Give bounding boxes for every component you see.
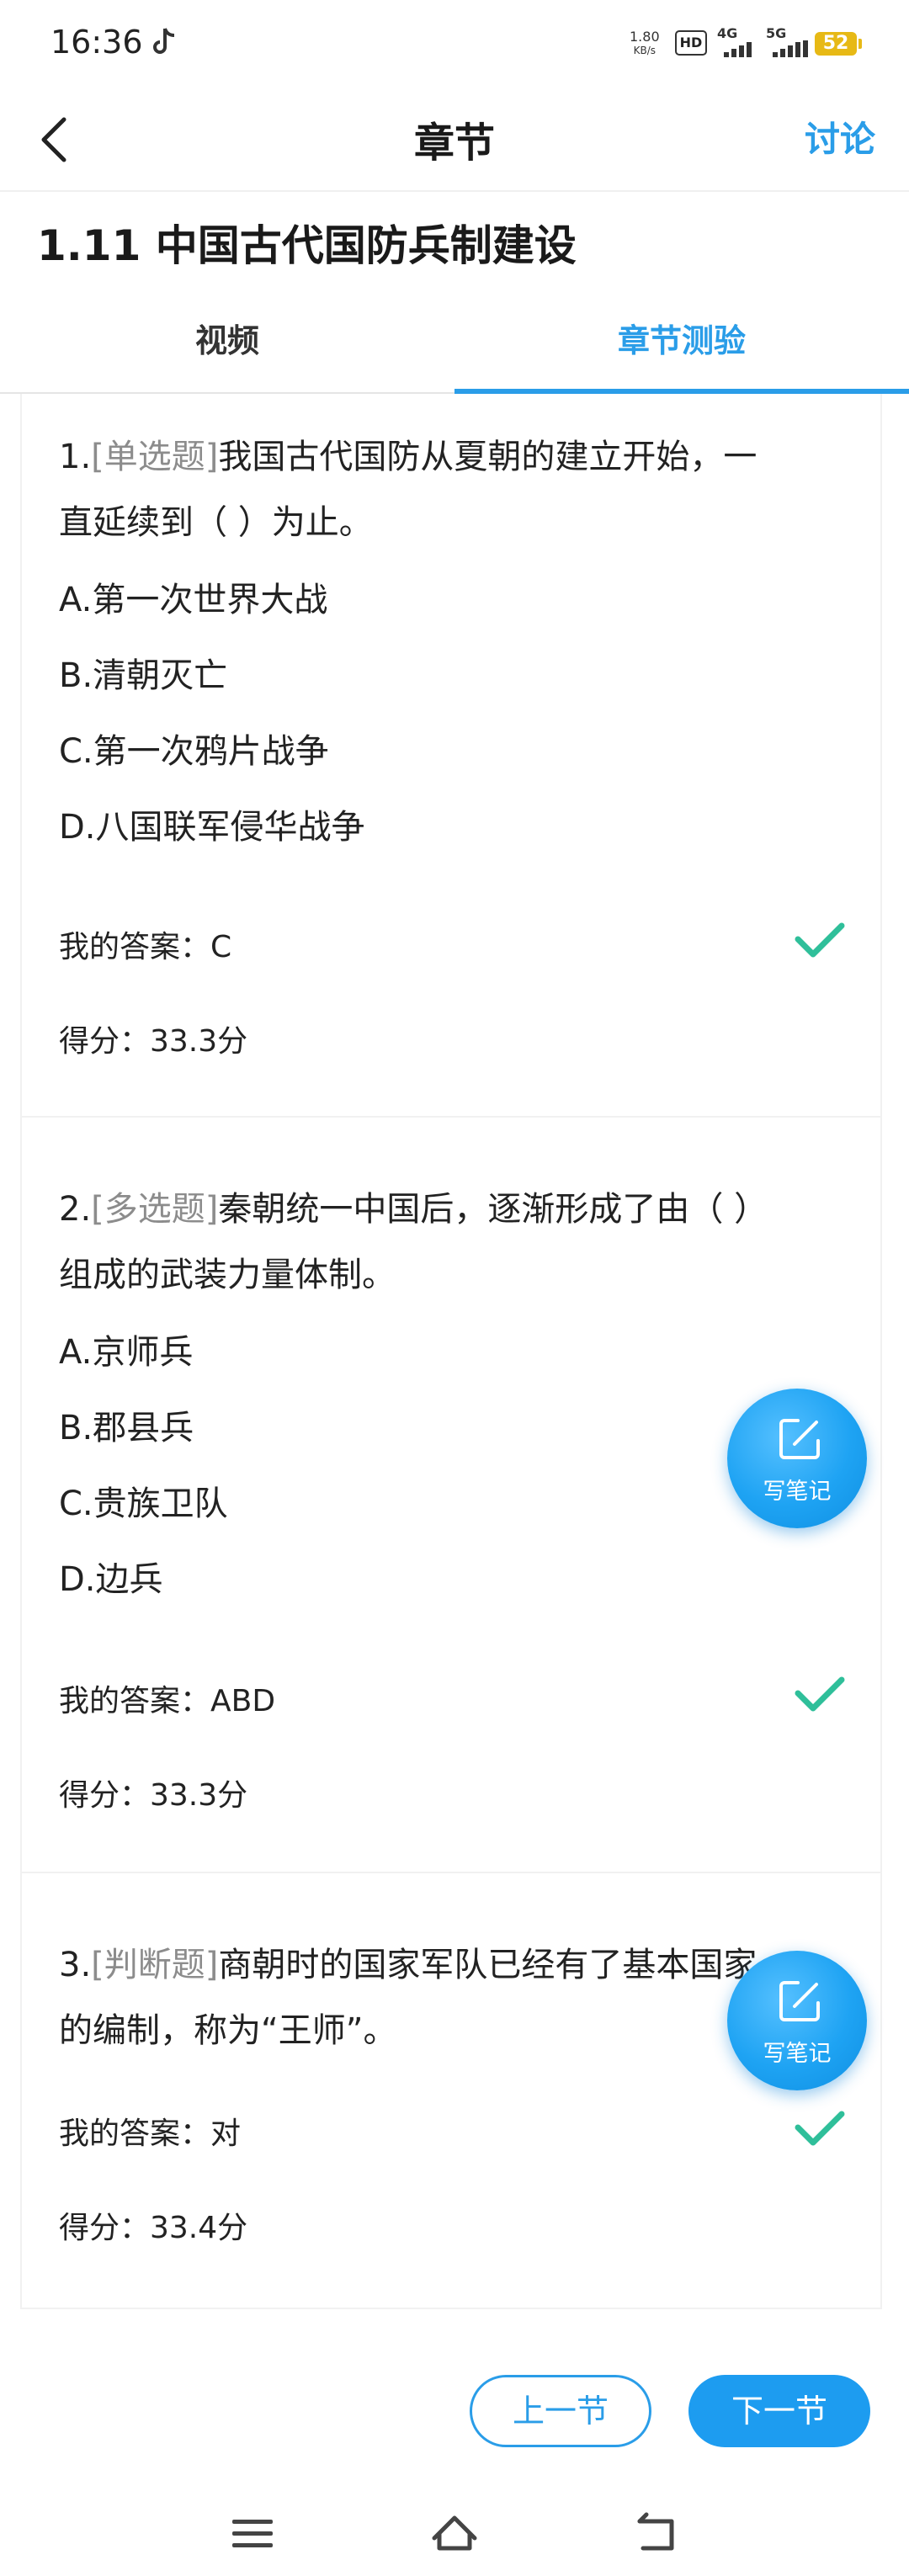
next-section-button[interactable]: 下一节 (688, 2375, 870, 2447)
page-title: 章节 (413, 120, 495, 167)
signal-4g-icon: 4G (717, 25, 758, 59)
tab-bar: 视频 章节测验 (0, 303, 909, 394)
battery-level: 52 (822, 33, 849, 54)
question-type: [单选题] (91, 438, 219, 476)
tab-video[interactable]: 视频 (0, 303, 454, 394)
score: 得分：33.3分 (59, 1778, 248, 1813)
option-b: B.清朝灭亡 (59, 656, 228, 695)
chapter-title: 1.11 中国古代国防兵制建设 (37, 221, 577, 270)
check-icon (795, 922, 845, 958)
question-text-line1: 商朝时的国家军队已经有了基本国家 (218, 1946, 758, 1984)
question-number: 1. (59, 438, 92, 476)
back-icon[interactable] (631, 2508, 682, 2558)
question-type: [多选题] (91, 1190, 219, 1229)
my-answer: 我的答案：对 (59, 2117, 242, 2151)
question-text-line1: 秦朝统一中国后，逐渐形成了由（ ） (218, 1190, 768, 1229)
signal-4g-label: 4G (717, 25, 738, 41)
question-card-1: 1.[单选题]我国古代国防从夏朝的建立开始，一 直延续到（ ）为止。 A.第一次… (20, 394, 882, 1118)
home-icon[interactable] (429, 2508, 480, 2558)
question-text: 1.[单选题]我国古代国防从夏朝的建立开始，一 直延续到（ ）为止。 (59, 424, 833, 555)
network-speed: 1.80 KB/s (630, 30, 660, 57)
check-icon (795, 1676, 845, 1712)
discuss-link[interactable]: 讨论 (805, 111, 875, 162)
prev-section-button[interactable]: 上一节 (470, 2375, 651, 2447)
header-divider (0, 190, 909, 192)
my-answer: 我的答案：C (59, 930, 232, 964)
system-nav-bar (0, 2491, 909, 2576)
option-d: D.八国联军侵华战争 (59, 808, 365, 847)
status-bar: 16:36 1.80 KB/s HD 4G 5G 52 (0, 0, 909, 93)
question-text-line2: 的编制，称为“王师”。 (59, 2011, 397, 2050)
hd-label: HD (679, 35, 703, 50)
score: 得分：33.3分 (59, 1024, 248, 1059)
question-card-3: 3.[判断题]商朝时的国家军队已经有了基本国家 的编制，称为“王师”。 我的答案… (20, 1873, 882, 2309)
option-b: B.郡县兵 (59, 1409, 194, 1447)
menu-icon[interactable] (227, 2508, 278, 2558)
my-answer: 我的答案：ABD (59, 1684, 276, 1718)
write-note-button[interactable]: 写笔记 (727, 1951, 867, 2090)
signal-5g-icon: 5G (766, 25, 810, 59)
question-text: 2.[多选题]秦朝统一中国后，逐渐形成了由（ ） 组成的武装力量体制。 (59, 1176, 833, 1308)
hd-icon: HD (675, 30, 707, 56)
score: 得分：33.4分 (59, 2211, 248, 2245)
question-text: 3.[判断题]商朝时的国家军队已经有了基本国家 的编制，称为“王师”。 (59, 1932, 833, 2063)
write-note-label: 写笔记 (763, 1479, 832, 1505)
check-icon (795, 2111, 845, 2146)
tiktok-icon (153, 28, 175, 54)
option-c: C.贵族卫队 (59, 1485, 228, 1523)
option-a: A.京师兵 (59, 1333, 194, 1372)
question-text-line2: 直延续到（ ）为止。 (59, 503, 373, 542)
page: 16:36 1.80 KB/s HD 4G 5G 52 章节 讨论 1.11 中… (0, 0, 909, 2576)
question-text-line2: 组成的武装力量体制。 (59, 1256, 396, 1294)
app-header: 章节 讨论 (0, 93, 909, 194)
option-a: A.第一次世界大战 (59, 581, 328, 619)
question-number: 2. (59, 1190, 92, 1229)
battery-icon: 52 (815, 32, 862, 56)
signal-5g-label: 5G (766, 25, 787, 41)
edit-note-icon (779, 1981, 820, 2021)
network-speed-unit: KB/s (633, 45, 656, 56)
option-c: C.第一次鸦片战争 (59, 732, 329, 771)
write-note-button[interactable]: 写笔记 (727, 1389, 867, 1528)
status-time: 16:36 (50, 24, 143, 61)
option-d: D.边兵 (59, 1560, 163, 1599)
question-type: [判断题] (91, 1946, 219, 1984)
edit-note-icon (779, 1419, 820, 1459)
tab-chapter-quiz[interactable]: 章节测验 (454, 303, 909, 394)
question-text-line1: 我国古代国防从夏朝的建立开始，一 (218, 438, 758, 476)
network-speed-value: 1.80 (630, 29, 660, 45)
write-note-label: 写笔记 (763, 2041, 832, 2067)
question-number: 3. (59, 1946, 92, 1984)
